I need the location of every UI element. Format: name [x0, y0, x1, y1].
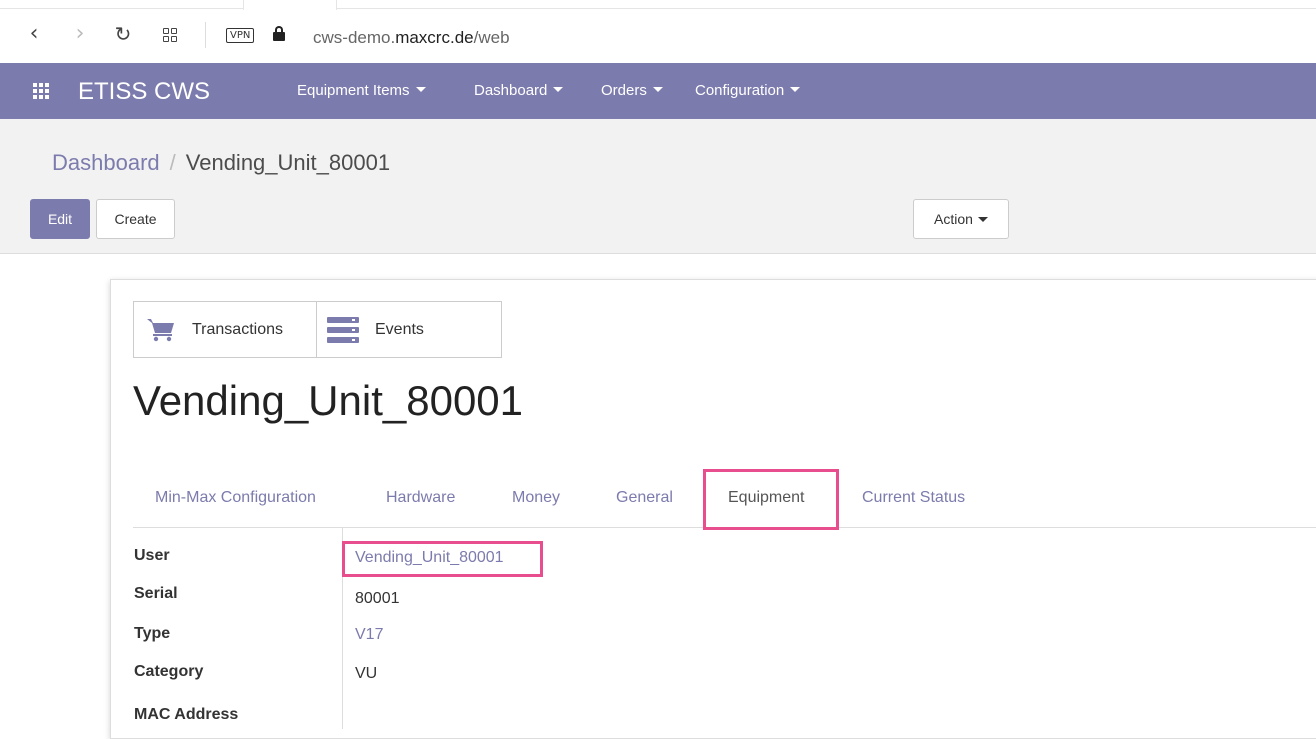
category-label: Category	[134, 663, 204, 680]
events-label: Events	[375, 320, 424, 338]
lock-icon[interactable]	[273, 26, 285, 42]
tab-overview-icon[interactable]	[163, 28, 177, 42]
serial-label: Serial	[134, 585, 178, 602]
menu-equipment-items[interactable]: Equipment Items	[297, 82, 426, 99]
serial-value: 80001	[355, 590, 400, 607]
action-button[interactable]: Action	[913, 199, 1009, 239]
transactions-label: Transactions	[192, 320, 283, 338]
user-label: User	[134, 547, 170, 564]
caret-down-icon	[977, 217, 988, 222]
breadcrumb: Dashboard / Vending_Unit_80001	[52, 150, 390, 176]
menu-label: Dashboard	[474, 82, 548, 99]
apps-menu-icon[interactable]	[33, 83, 49, 99]
record-title: Vending_Unit_80001	[133, 377, 524, 424]
browser-tab[interactable]	[243, 0, 337, 10]
equipment-tab-highlight	[703, 469, 839, 530]
menu-dashboard[interactable]: Dashboard	[474, 82, 564, 99]
server-list-icon	[327, 316, 359, 343]
reload-icon[interactable]: ↻	[111, 22, 135, 46]
breadcrumb-dashboard[interactable]: Dashboard	[52, 150, 160, 175]
menu-configuration[interactable]: Configuration	[695, 82, 801, 99]
browser-toolbar	[0, 0, 1316, 63]
type-label: Type	[134, 625, 171, 642]
url-prefix: cws-demo.	[313, 28, 396, 47]
shopping-cart-icon	[147, 318, 174, 341]
url-path: /web	[473, 28, 510, 47]
type-value-link[interactable]: V17	[355, 626, 383, 644]
events-button[interactable]: Events	[317, 302, 501, 357]
smart-button-box: Transactions Events	[133, 301, 502, 358]
caret-down-icon	[553, 87, 564, 92]
create-button[interactable]: Create	[96, 199, 175, 239]
app-brand[interactable]: ETISS CWS	[78, 78, 210, 106]
caret-down-icon	[790, 87, 801, 92]
tab-money[interactable]: Money	[512, 489, 560, 507]
tab-general[interactable]: General	[616, 489, 673, 507]
mac-address-label: MAC Address	[134, 706, 239, 723]
category-value: VU	[355, 665, 378, 682]
tab-min-max-configuration[interactable]: Min-Max Configuration	[155, 489, 316, 507]
edit-button[interactable]: Edit	[30, 199, 90, 239]
menu-orders[interactable]: Orders	[601, 82, 663, 99]
tab-current-status[interactable]: Current Status	[862, 489, 965, 507]
address-bar[interactable]: cws-demo.maxcrc.de/web	[313, 28, 510, 48]
vpn-badge[interactable]: VPN	[226, 28, 255, 43]
breadcrumb-separator: /	[169, 150, 176, 175]
menu-label: Configuration	[695, 82, 785, 99]
caret-down-icon	[652, 87, 663, 92]
caret-down-icon	[415, 87, 426, 92]
tab-hardware[interactable]: Hardware	[386, 489, 455, 507]
forward-arrow-icon[interactable]: ›	[68, 22, 92, 46]
url-host: maxcrc.de	[395, 28, 474, 47]
user-field-highlight	[342, 541, 543, 577]
menu-label: Equipment Items	[297, 82, 410, 99]
transactions-button[interactable]: Transactions	[134, 302, 317, 357]
breadcrumb-current: Vending_Unit_80001	[185, 150, 391, 175]
control-panel	[0, 119, 1316, 254]
action-label: Action	[934, 211, 973, 227]
menu-label: Orders	[601, 82, 647, 99]
back-arrow-icon[interactable]: ‹	[22, 22, 46, 46]
toolbar-divider	[205, 22, 206, 48]
browser-tab-strip	[0, 0, 1316, 10]
